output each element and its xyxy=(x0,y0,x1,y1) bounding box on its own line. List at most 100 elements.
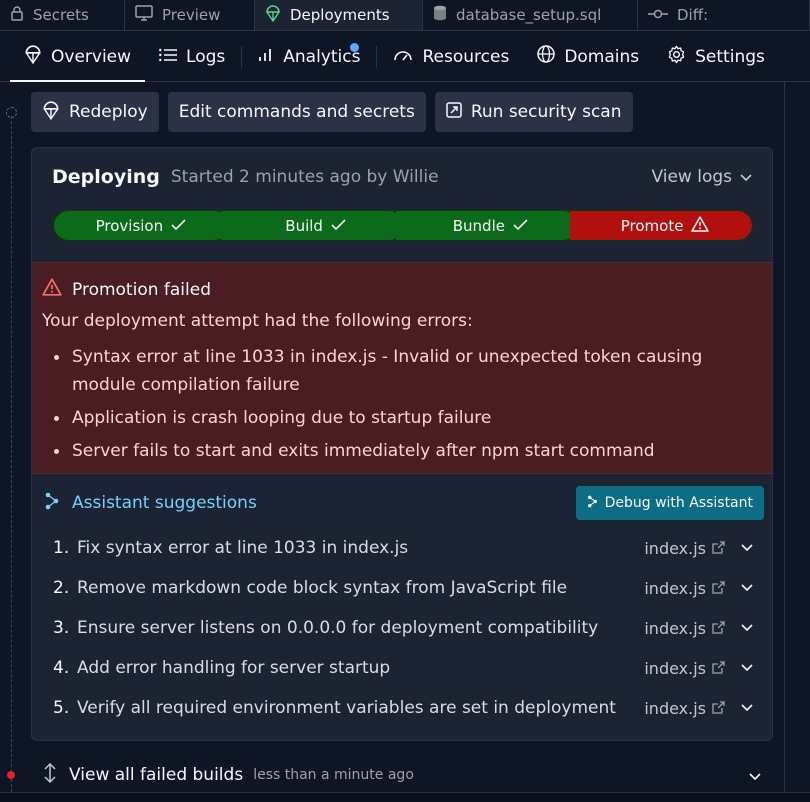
step-label: Provision xyxy=(95,216,164,235)
database-icon xyxy=(433,5,447,25)
chevron-down-icon[interactable] xyxy=(741,664,753,672)
tab-secrets[interactable]: Secrets xyxy=(0,0,125,30)
file-link[interactable]: index.js xyxy=(644,659,725,678)
suggestion-item[interactable]: 2. Remove markdown code block syntax fro… xyxy=(53,568,753,608)
failed-builds-row[interactable]: View all failed builds less than a minut… xyxy=(31,754,773,796)
tab-label: Deployments xyxy=(290,6,390,24)
chevron-down-icon[interactable] xyxy=(741,704,753,712)
gauge-icon xyxy=(393,47,413,67)
step-promote: Promote xyxy=(570,211,752,240)
file-link[interactable]: index.js xyxy=(644,699,725,718)
view-logs-button[interactable]: View logs xyxy=(651,167,752,187)
tab-label: Preview xyxy=(162,6,221,24)
gear-icon xyxy=(667,45,686,69)
timeline-node-failed xyxy=(7,771,15,779)
error-intro: Your deployment attempt had the followin… xyxy=(42,311,473,331)
suggestion-number: 4. xyxy=(53,658,70,678)
suggestion-number: 2. xyxy=(53,578,70,598)
chevron-down-icon[interactable] xyxy=(741,584,753,592)
tab-deployments[interactable]: Deployments xyxy=(255,0,423,30)
bar-chart-icon xyxy=(258,47,274,67)
error-title: Promotion failed xyxy=(72,279,211,300)
file-name: index.js xyxy=(644,658,706,678)
deployment-header: Deploying Started 2 minutes ago by Willi… xyxy=(52,166,752,188)
nav-domains[interactable]: Domains xyxy=(523,32,653,82)
deployment-nav: Overview Logs Analytics Resources Domain… xyxy=(0,32,810,82)
error-item: Server fails to start and exits immediat… xyxy=(54,437,744,465)
file-tab-bar: Secrets Preview Deployments database_set… xyxy=(0,0,810,31)
tab-database-setup[interactable]: database_setup.sql xyxy=(423,0,638,30)
nav-divider xyxy=(241,45,243,68)
suggestion-number: 1. xyxy=(53,538,70,558)
tab-preview[interactable]: Preview xyxy=(125,0,255,30)
suggestion-item[interactable]: 3. Ensure server listens on 0.0.0.0 for … xyxy=(53,608,753,648)
deployment-progress: Provision Build Bundle Promote xyxy=(53,210,753,241)
redeploy-button[interactable]: Redeploy xyxy=(31,92,159,132)
step-label: Build xyxy=(285,216,323,235)
deploy-icon xyxy=(24,44,42,69)
button-label: Edit commands and secrets xyxy=(178,102,415,122)
external-link-icon xyxy=(712,539,725,558)
assistant-icon xyxy=(44,492,60,514)
step-build: Build xyxy=(220,211,404,240)
nav-overview[interactable]: Overview xyxy=(10,32,146,82)
error-item: Application is crash looping due to star… xyxy=(54,404,744,432)
nav-settings[interactable]: Settings xyxy=(653,32,779,82)
warning-icon xyxy=(42,278,62,301)
suggestion-text: Remove markdown code block syntax from J… xyxy=(77,578,568,598)
file-link[interactable]: index.js xyxy=(644,619,725,638)
chevron-down-icon xyxy=(740,167,752,187)
nav-resources[interactable]: Resources xyxy=(379,32,523,82)
assistant-header: Assistant suggestions Debug with Assista… xyxy=(44,486,764,520)
edit-commands-button[interactable]: Edit commands and secrets xyxy=(167,92,426,132)
nav-analytics[interactable]: Analytics xyxy=(244,32,374,82)
failed-builds-title: View all failed builds xyxy=(69,765,244,785)
timeline-rail xyxy=(11,116,12,802)
chevron-down-icon[interactable] xyxy=(741,624,753,632)
file-link[interactable]: index.js xyxy=(644,579,725,598)
globe-icon xyxy=(537,45,556,68)
file-name: index.js xyxy=(644,618,706,638)
button-label: Debug with Assistant xyxy=(604,495,753,511)
nav-label: Logs xyxy=(186,46,226,67)
chevron-down-icon[interactable] xyxy=(741,544,753,552)
external-link-icon xyxy=(712,619,725,638)
nav-label: Overview xyxy=(51,46,132,67)
external-link-icon xyxy=(712,699,725,718)
deployments-pane: Secrets Preview Deployments database_set… xyxy=(0,0,810,802)
file-name: index.js xyxy=(644,698,706,718)
suggestion-item[interactable]: 4. Add error handling for server startup… xyxy=(53,648,753,688)
check-icon xyxy=(513,217,528,235)
error-item: Syntax error at line 1033 in index.js - … xyxy=(54,343,744,399)
step-bundle: Bundle xyxy=(395,211,579,240)
suggestion-number: 5. xyxy=(53,698,70,718)
timeline-node-pending xyxy=(6,107,17,118)
suggestion-text: Verify all required environment variable… xyxy=(77,698,616,718)
tab-label: Secrets xyxy=(33,6,89,24)
nav-label: Settings xyxy=(695,46,765,67)
file-link[interactable]: index.js xyxy=(644,539,725,558)
file-name: index.js xyxy=(644,538,706,558)
deployment-subtitle: Started 2 minutes ago by Willie xyxy=(170,167,439,187)
tab-diff[interactable]: Diff: xyxy=(638,0,810,30)
suggestion-item[interactable]: 1. Fix syntax error at line 1033 in inde… xyxy=(53,528,753,568)
scrollbar[interactable] xyxy=(784,82,806,792)
nav-label: Analytics xyxy=(283,46,361,67)
deployment-card: Deploying Started 2 minutes ago by Willi… xyxy=(31,147,773,741)
step-label: Promote xyxy=(620,216,684,235)
suggestion-item[interactable]: 5. Verify all required environment varia… xyxy=(53,688,753,728)
assistant-title: Assistant suggestions xyxy=(72,493,257,513)
step-provision: Provision xyxy=(54,211,229,240)
nav-logs[interactable]: Logs xyxy=(145,32,239,82)
button-label: Run security scan xyxy=(470,102,622,122)
button-label: Redeploy xyxy=(69,102,148,122)
expand-vertical-icon xyxy=(43,762,57,787)
external-link-icon xyxy=(712,659,725,678)
suggestion-number: 3. xyxy=(53,618,70,638)
tab-label: Diff: xyxy=(677,6,709,24)
chevron-down-icon[interactable] xyxy=(749,766,761,785)
deploy-icon xyxy=(42,100,60,125)
security-scan-button[interactable]: Run security scan xyxy=(434,92,633,132)
commit-icon xyxy=(648,6,668,24)
debug-with-assistant-button[interactable]: Debug with Assistant xyxy=(575,486,764,520)
